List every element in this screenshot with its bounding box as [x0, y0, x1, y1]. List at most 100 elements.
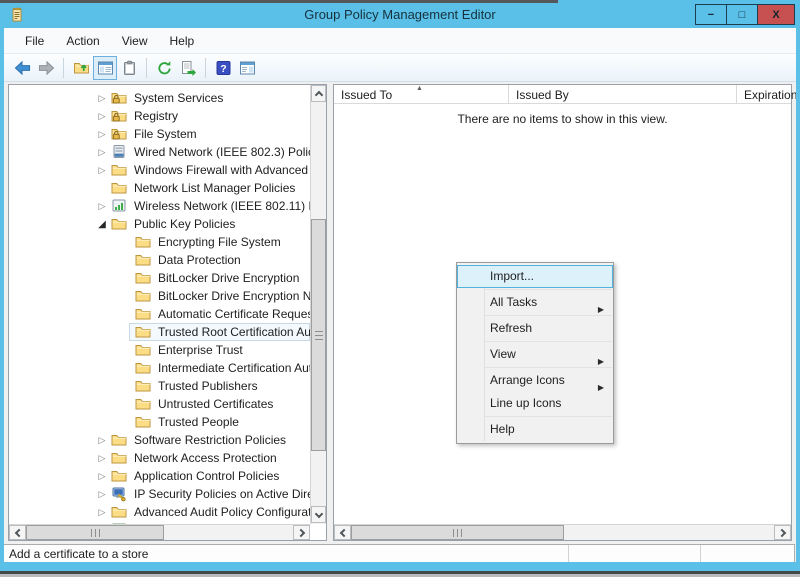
tree-item-network-list-manager-policies[interactable]: Network List Manager Policies — [9, 179, 310, 197]
tree-item-intermediate-certification-authorities[interactable]: Intermediate Certification Authorities — [9, 359, 310, 377]
tree-item-label: Software Restriction Policies — [134, 433, 286, 447]
menu-file[interactable]: File — [14, 30, 55, 52]
tree-item-untrusted-certificates[interactable]: Untrusted Certificates — [9, 395, 310, 413]
expander-collapsed-icon[interactable]: ▷ — [95, 489, 109, 500]
context-menu-item-line-up-icons[interactable]: Line up Icons — [457, 392, 613, 415]
folder-icon — [135, 414, 151, 430]
action-pane-button[interactable] — [235, 56, 259, 80]
list-horizontal-scrollbar-thumb[interactable] — [351, 525, 564, 540]
context-menu-item-refresh[interactable]: Refresh — [457, 317, 613, 340]
folder-icon — [135, 360, 151, 376]
context-menu-item-view[interactable]: View▶ — [457, 343, 613, 366]
expander-collapsed-icon[interactable]: ▷ — [95, 165, 109, 176]
tree-item-bitlocker-drive-encryption-network-unlock[interactable]: BitLocker Drive Encryption Network Unloc… — [9, 287, 310, 305]
context-menu-item-arrange-icons[interactable]: Arrange Icons▶ — [457, 369, 613, 392]
tree-horizontal-scrollbar-thumb[interactable] — [26, 525, 164, 540]
tree-item-data-protection[interactable]: Data Protection — [9, 251, 310, 269]
tree-item-trusted-publishers[interactable]: Trusted Publishers — [9, 377, 310, 395]
console-tree-button[interactable] — [93, 56, 117, 80]
status-text: Add a certificate to a store — [9, 547, 148, 561]
menu-action[interactable]: Action — [55, 30, 110, 52]
window-border-left — [0, 28, 4, 571]
tree-item-trusted-root-certification-authorities[interactable]: Trusted Root Certification Authorities — [9, 323, 310, 341]
list-scroll-right-button[interactable] — [774, 525, 791, 540]
tree-item-automatic-certificate-request-settings[interactable]: Automatic Certificate Request Settings — [9, 305, 310, 323]
column-header-issued-by[interactable]: Issued By — [509, 85, 737, 103]
tree-scroll-right-button[interactable] — [293, 525, 310, 540]
tree-scroll-up-button[interactable] — [311, 85, 326, 102]
help-button[interactable]: ? — [211, 56, 235, 80]
context-menu-separator — [485, 315, 612, 316]
tree-item-windows-firewall-with-advanced-security[interactable]: ▷ Windows Firewall with Advanced Security — [9, 161, 310, 179]
tree-item-file-system[interactable]: ▷ File System — [9, 125, 310, 143]
expander-collapsed-icon[interactable]: ▷ — [95, 147, 109, 158]
tree-item-system-services[interactable]: ▷System Services — [9, 89, 310, 107]
folder-icon — [111, 180, 127, 196]
expander-collapsed-icon[interactable]: ▷ — [95, 435, 109, 446]
tree-scroll-left-button[interactable] — [9, 525, 26, 540]
expander-collapsed-icon[interactable]: ▷ — [95, 471, 109, 482]
title-bar[interactable]: Group Policy Management Editor −□X — [0, 0, 800, 28]
folder-icon — [111, 432, 127, 448]
expander-collapsed-icon[interactable]: ▷ — [95, 93, 109, 104]
tree-item-bitlocker-drive-encryption[interactable]: BitLocker Drive Encryption — [9, 269, 310, 287]
clipboard-button[interactable] — [117, 56, 141, 80]
menu-help[interactable]: Help — [159, 30, 206, 52]
folder-up-button[interactable] — [69, 56, 93, 80]
expander-collapsed-icon[interactable]: ▷ — [95, 201, 109, 212]
column-header-issued-to[interactable]: Issued To▲ — [334, 85, 509, 103]
scrollbar-grip-icon — [91, 529, 100, 537]
tree-item-wired-network-ieee-802-3-policies[interactable]: ▷Wired Network (IEEE 802.3) Policies — [9, 143, 310, 161]
folder-icon — [111, 504, 127, 520]
tree-horizontal-scrollbar[interactable] — [9, 524, 310, 540]
tree-item-registry[interactable]: ▷Registry — [9, 107, 310, 125]
maximize-button[interactable]: □ — [726, 4, 758, 25]
tree-item-enterprise-trust[interactable]: Enterprise Trust — [9, 341, 310, 359]
expander-collapsed-icon[interactable]: ▷ — [95, 129, 109, 140]
expander-collapsed-icon[interactable]: ▷ — [95, 507, 109, 518]
context-menu-item-label: View — [490, 347, 516, 361]
tree-item-encrypting-file-system[interactable]: Encrypting File System — [9, 233, 310, 251]
tree-item-trusted-people[interactable]: Trusted People — [9, 413, 310, 431]
tree-item-label: Encrypting File System — [158, 235, 281, 249]
toolbar-separator — [205, 58, 206, 78]
status-bar: Add a certificate to a store — [3, 544, 795, 563]
expander-collapsed-icon[interactable]: ▷ — [95, 453, 109, 464]
tree-item-software-restriction-policies[interactable]: ▷ Software Restriction Policies — [9, 431, 310, 449]
minimize-button[interactable]: − — [695, 4, 727, 25]
tree-item-label: BitLocker Drive Encryption — [158, 271, 299, 285]
tree-vertical-scrollbar[interactable] — [310, 85, 326, 524]
tree-item-label: Windows Firewall with Advanced Security — [134, 163, 310, 177]
list-scroll-left-button[interactable] — [334, 525, 351, 540]
back-arrow-button[interactable] — [10, 56, 34, 80]
tree-item-ip-security-policies-on-active-directory[interactable]: ▷IP Security Policies on Active Director… — [9, 485, 310, 503]
column-header-expiration-date[interactable]: Expiration Date — [737, 85, 800, 103]
refresh-button[interactable] — [152, 56, 176, 80]
context-menu-item-import[interactable]: Import... — [457, 265, 613, 288]
context-menu-item-all-tasks[interactable]: All Tasks▶ — [457, 291, 613, 314]
menu-view[interactable]: View — [111, 30, 159, 52]
scrollbar-grip-icon — [453, 529, 462, 537]
context-menu-item-help[interactable]: Help — [457, 418, 613, 441]
tree-item-public-key-policies[interactable]: ◢Public Key Policies — [9, 215, 310, 233]
tree-item-network-access-protection[interactable]: ▷Network Access Protection — [9, 449, 310, 467]
context-menu-separator — [485, 289, 612, 290]
tree-item-label: File System — [134, 127, 197, 141]
expander-expanded-icon[interactable]: ◢ — [95, 219, 109, 230]
tree-item-advanced-audit-policy-configuration[interactable]: ▷ Advanced Audit Policy Configuration — [9, 503, 310, 521]
forward-arrow-button[interactable] — [34, 56, 58, 80]
wired-network-icon — [111, 144, 127, 160]
close-button[interactable]: X — [757, 4, 795, 25]
folder-icon — [135, 324, 151, 340]
tree-item-application-control-policies[interactable]: ▷Application Control Policies — [9, 467, 310, 485]
column-header-label: Issued By — [516, 88, 569, 102]
tree-vertical-scrollbar-thumb[interactable] — [311, 219, 326, 451]
expander-collapsed-icon[interactable]: ▷ — [95, 111, 109, 122]
tree-scroll-down-button[interactable] — [311, 506, 326, 523]
list-horizontal-scrollbar[interactable] — [334, 524, 791, 540]
tree-item-wireless-network-ieee-802-11-policies[interactable]: ▷Wireless Network (IEEE 802.11) Policies — [9, 197, 310, 215]
export-list-button[interactable] — [176, 56, 200, 80]
tree-item-label: Advanced Audit Policy Configuration — [134, 505, 310, 519]
tree-item-label: Trusted People — [158, 415, 239, 429]
console-tree-icon — [97, 60, 114, 76]
